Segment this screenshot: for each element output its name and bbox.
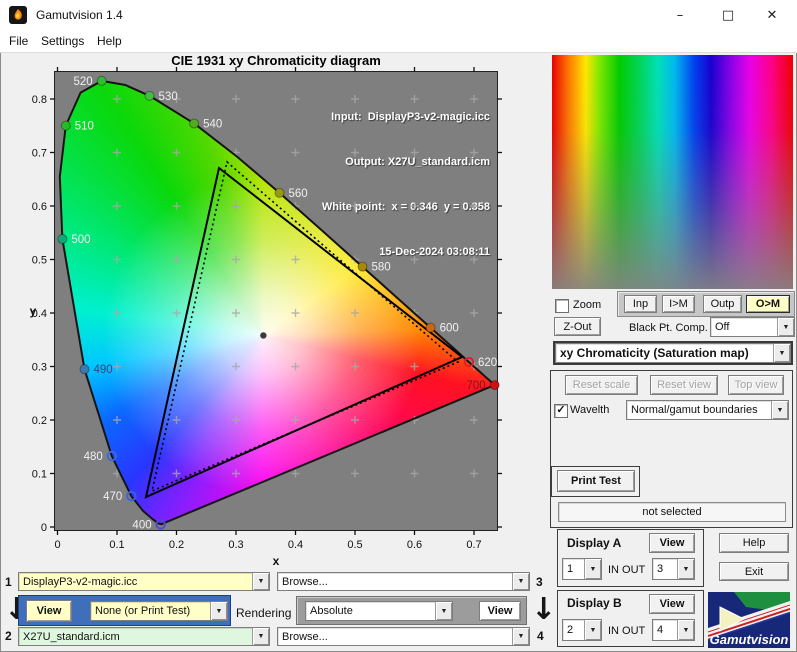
black-pt-comp-label: Black Pt. Comp.: [629, 322, 708, 334]
chevron-down-icon[interactable]: ▼: [777, 318, 794, 336]
display-b-view-button[interactable]: View: [649, 594, 695, 614]
chart-info-block: Input: DisplayP3-v2-magic.icc Output: X2…: [322, 80, 490, 290]
info-input: Input: DisplayP3-v2-magic.icc: [331, 111, 490, 123]
chevron-down-icon[interactable]: ▼: [435, 602, 452, 620]
info-output: Output: X27U_standard.icm: [345, 156, 490, 168]
slot1-index: 1: [5, 575, 12, 589]
browse-profile-4-dropdown[interactable]: Browse... ▼: [277, 627, 530, 646]
display-mode-frame: xy Chromaticity (Saturation map) ▼: [553, 341, 793, 365]
i-to-m-button[interactable]: I>M: [662, 295, 695, 313]
svg-text:0.7: 0.7: [32, 148, 47, 160]
zoom-checkbox-label: Zoom: [573, 299, 602, 311]
chevron-down-icon[interactable]: ▼: [252, 573, 269, 590]
browse-profile-3-dropdown[interactable]: Browse... ▼: [277, 572, 530, 591]
menu-file[interactable]: File: [5, 33, 32, 49]
info-whitepoint: White point: x = 0.346 y = 0.358: [321, 201, 490, 213]
top-view-button[interactable]: Top view: [728, 375, 784, 395]
display-a-label: Display A: [567, 536, 622, 550]
chevron-down-icon[interactable]: ▼: [677, 559, 694, 579]
display-a-in-dropdown[interactable]: 1 ▼: [562, 558, 602, 580]
svg-text:y: y: [30, 304, 37, 318]
svg-text:0: 0: [54, 539, 60, 551]
chart-title: CIE 1931 xy Chromaticity diagram: [171, 53, 381, 68]
black-pt-comp-dropdown[interactable]: Off ▼: [710, 317, 795, 337]
display-a-view-button[interactable]: View: [649, 533, 695, 553]
exit-button[interactable]: Exit: [719, 562, 789, 581]
svg-text:0: 0: [41, 522, 47, 534]
chevron-down-icon[interactable]: ▼: [677, 620, 694, 640]
chevron-down-icon[interactable]: ▼: [584, 559, 601, 579]
svg-text:0.8: 0.8: [32, 94, 47, 106]
menu-settings[interactable]: Settings: [37, 33, 88, 49]
chevron-down-icon[interactable]: ▼: [252, 628, 269, 645]
wavelth-checkbox-label: Wavelth: [570, 404, 610, 416]
input-profile-dropdown[interactable]: DisplayP3-v2-magic.icc ▼: [18, 572, 270, 591]
svg-text:0.1: 0.1: [109, 539, 124, 551]
chevron-down-icon[interactable]: ▼: [771, 401, 788, 419]
boundaries-dropdown[interactable]: Normal/gamut boundaries ▼: [626, 400, 789, 420]
display-b-label: Display B: [567, 596, 622, 610]
svg-text:x: x: [273, 554, 280, 568]
svg-text:0.3: 0.3: [228, 539, 243, 551]
rendering-intent-dropdown[interactable]: Absolute ▼: [305, 601, 453, 621]
svg-text:0.1: 0.1: [32, 469, 47, 481]
maximize-button[interactable]: □: [706, 0, 750, 30]
svg-text:0.7: 0.7: [466, 539, 481, 551]
status-field: not selected: [558, 502, 786, 522]
reset-view-button[interactable]: Reset view: [650, 375, 718, 395]
reset-scale-button[interactable]: Reset scale: [565, 375, 638, 395]
svg-text:0.6: 0.6: [32, 201, 47, 213]
slot2-index: 2: [5, 629, 12, 643]
svg-text:0.5: 0.5: [32, 255, 47, 267]
help-button[interactable]: Help: [719, 533, 789, 553]
chromaticity-plot-area[interactable]: Input: DisplayP3-v2-magic.icc Output: X2…: [54, 71, 498, 531]
output-profile-dropdown[interactable]: X27U_standard.icm ▼: [18, 627, 270, 646]
gamutvision-logo: Gamutvision: [708, 592, 790, 648]
rendering-label: Rendering: [236, 606, 292, 620]
chevron-down-icon[interactable]: ▼: [512, 628, 529, 645]
slot3-index: 3: [536, 575, 543, 589]
display-a-out-dropdown[interactable]: 3 ▼: [652, 558, 695, 580]
display-b-in-dropdown[interactable]: 2 ▼: [562, 619, 602, 641]
view-input-button[interactable]: View: [26, 600, 72, 622]
display-a-inout-label: IN OUT: [608, 564, 646, 576]
chevron-down-icon[interactable]: ▼: [773, 344, 790, 362]
svg-text:0.4: 0.4: [32, 308, 47, 320]
saturation-map-image: [552, 55, 793, 289]
outp-button[interactable]: Outp: [703, 295, 742, 313]
o-to-m-button[interactable]: O>M: [746, 295, 790, 313]
print-test-button[interactable]: Print Test: [557, 470, 635, 492]
slot4-index: 4: [537, 629, 544, 643]
svg-text:0.5: 0.5: [347, 539, 362, 551]
display-b-inout-label: IN OUT: [608, 625, 646, 637]
inp-button[interactable]: Inp: [624, 295, 657, 313]
wavelth-checkbox[interactable]: ✓: [554, 404, 568, 418]
zoom-checkbox[interactable]: [555, 299, 569, 313]
title-bar: Gamutvision 1.4 – □ ✕: [0, 0, 797, 31]
chevron-down-icon[interactable]: ▼: [210, 602, 227, 620]
svg-text:0.6: 0.6: [407, 539, 422, 551]
menu-bar: File Settings Help: [0, 30, 797, 53]
svg-text:0.2: 0.2: [32, 415, 47, 427]
close-button[interactable]: ✕: [750, 0, 794, 30]
window-title: Gamutvision 1.4: [36, 8, 123, 22]
chevron-down-icon[interactable]: ▼: [512, 573, 529, 590]
intent-dropdown[interactable]: None (or Print Test) ▼: [90, 601, 228, 621]
menu-help[interactable]: Help: [93, 33, 126, 49]
chevron-down-icon[interactable]: ▼: [584, 620, 601, 640]
gamutvision-logo-text: Gamutvision: [710, 632, 789, 647]
svg-text:0.4: 0.4: [288, 539, 303, 551]
display-b-out-dropdown[interactable]: 4 ▼: [652, 619, 695, 641]
view-output-button[interactable]: View: [479, 601, 521, 621]
svg-text:0.2: 0.2: [169, 539, 184, 551]
app-icon: [9, 6, 27, 24]
svg-text:0.3: 0.3: [32, 362, 47, 374]
z-out-button[interactable]: Z-Out: [554, 317, 601, 336]
display-mode-dropdown[interactable]: xy Chromaticity (Saturation map) ▼: [555, 343, 791, 363]
minimize-button[interactable]: –: [658, 0, 702, 30]
info-timestamp: 15-Dec-2024 03:08:11: [379, 246, 490, 258]
down-arrow-right-icon: ↓: [531, 592, 557, 627]
